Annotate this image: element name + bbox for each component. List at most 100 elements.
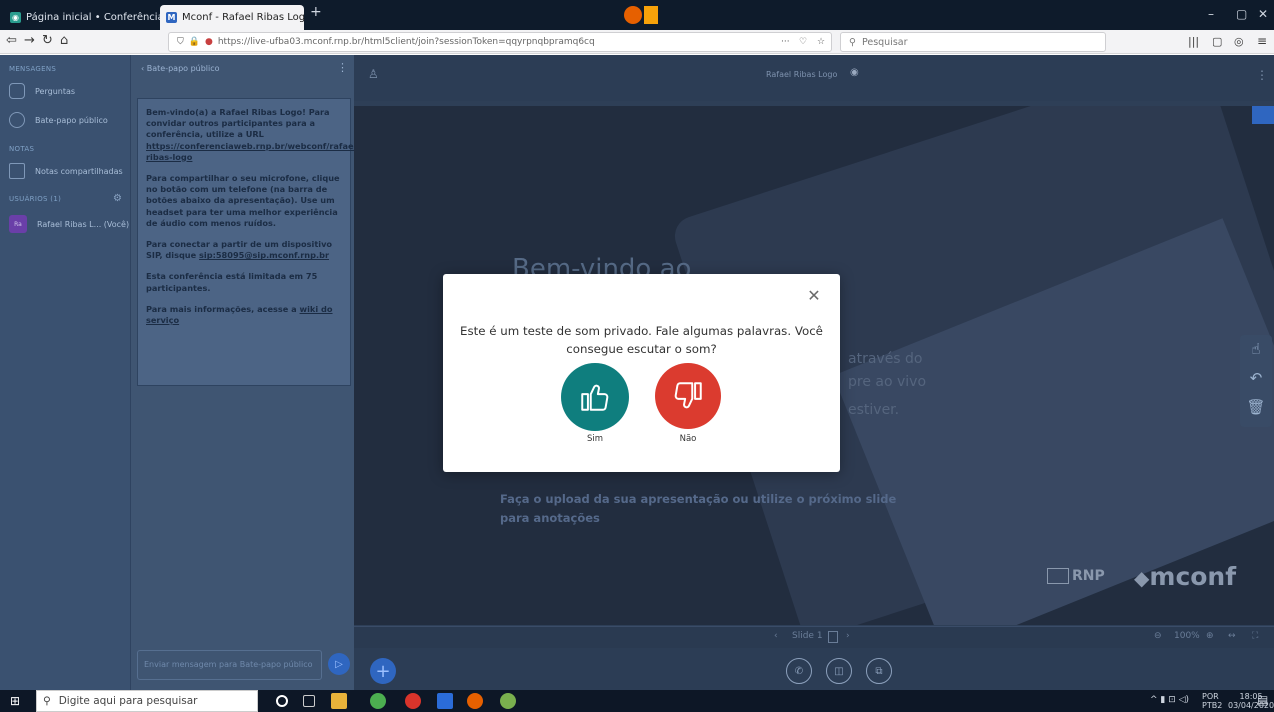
sidebar-item-bate-papo[interactable]: Bate-papo público [9,112,108,128]
sidebar-toggle-icon[interactable]: ▢ [1212,35,1222,48]
screen: ◉ Página inicial • Conferência W... ✕ M … [0,0,1274,712]
actions-plus-button[interactable]: + [370,658,396,684]
slide-selector[interactable]: Slide 1 [792,631,823,641]
maximize-button[interactable]: ▢ [1236,7,1247,21]
welcome-paragraph: Esta conferência está limitada em 75 par… [146,271,342,293]
no-label: Não [679,434,697,444]
slide-text-fragment: pre ao vivo [848,374,927,390]
undo-icon[interactable]: ↶ [1240,364,1272,393]
language-code: POR [1202,692,1219,701]
home-icon[interactable]: ⌂ [60,33,68,48]
presentation-minimize-button[interactable] [1252,106,1274,124]
welcome-text: Bem-vindo(a) a [146,107,220,117]
conference-url-link[interactable]: https://conferenciaweb.rnp.br/webconf/ra… [146,141,360,162]
system-tray-icons[interactable]: ^ ▮ ⊡ ◁) [1150,695,1189,705]
search-icon: ⚲ [43,695,51,707]
page-actions-icon[interactable]: ··· [781,37,790,47]
sip-link[interactable]: sip:58095@sip.mconf.rnp.br [199,250,329,260]
microphone-permission-icon[interactable]: ● [205,37,213,47]
browser-tab-bar: ◉ Página inicial • Conferência W... ✕ M … [0,0,1274,30]
browser-nav-bar: ⇦ → ↻ ⌂ ⛉ 🔒 ● https://live-ufba03.mconf.… [0,30,1274,54]
slide-dropdown-icon[interactable] [828,631,838,643]
task-view-icon[interactable] [303,695,315,707]
previous-slide-icon[interactable]: ‹ [774,631,778,641]
sidebar-item-perguntas[interactable]: Perguntas [9,83,75,99]
whiteboard-toolbar: ☝ ↶ 🗑 [1240,335,1272,427]
search-icon: ⚲ [849,36,856,48]
video-button[interactable]: ◫ [826,658,852,684]
options-menu-icon[interactable]: ⋮ [1256,68,1268,82]
fit-width-icon[interactable]: ↔ [1228,631,1236,641]
browser-search-field[interactable]: ⚲ Pesquisar [840,32,1106,52]
microphone-instructions: Para compartilhar o seu microfone, cliqu… [146,173,340,228]
chat-header[interactable]: ‹ Bate-papo público [141,64,220,73]
recording-indicator-icon[interactable]: ◉ [850,67,859,78]
minimize-button[interactable]: – [1208,7,1214,21]
pocket-icon[interactable]: ♡ [799,37,807,47]
tab-pagina-inicial[interactable]: ◉ Página inicial • Conferência W... ✕ [4,5,162,30]
slide-text-fragment: através do [848,351,923,367]
settings-gear-icon[interactable]: ⚙ [113,193,122,204]
zoom-out-icon[interactable]: ⊖ [1154,631,1162,641]
next-slide-icon[interactable]: › [846,631,850,641]
close-window-button[interactable]: ✕ [1258,7,1268,21]
firefox-indicator [624,6,662,24]
welcome-paragraph: Para conectar a partir de um dispositivo… [146,239,342,261]
firefox-taskbar-icon[interactable] [467,693,483,709]
user-list-panel: MENSAGENS Perguntas Bate-papo público NO… [0,55,130,690]
slide-controls: ‹ Slide 1 › ⊖ 100% ⊕ ↔ ⛶ [354,626,1274,648]
chat-bubble-icon [9,112,25,128]
windows-start-icon[interactable]: ⊞ [10,694,20,708]
action-bar: + ✆ ◫ ⧉ [354,648,1274,690]
chat-options-icon[interactable]: ⋮ [337,61,348,74]
slide-text-fragment: estiver. [848,402,900,418]
screenshare-button[interactable]: ⧉ [866,658,892,684]
taskbar-search-field[interactable]: ⚲ Digite aqui para pesquisar [36,690,258,712]
close-icon[interactable]: ✕ [807,288,821,304]
reload-icon[interactable]: ↻ [42,33,53,48]
chrome-icon[interactable] [370,693,386,709]
forward-icon[interactable]: → [24,33,35,48]
video-off-icon: ◫ [834,665,844,677]
url-bar[interactable]: ⛉ 🔒 ● https://live-ufba03.mconf.rnp.br/h… [168,32,832,52]
mconf-page: MENSAGENS Perguntas Bate-papo público NO… [0,55,1274,690]
file-explorer-icon[interactable] [331,693,347,709]
avatar: Ra [9,215,27,233]
hand-tool-icon[interactable]: ☝ [1240,335,1272,364]
menu-icon[interactable]: ≡ [1257,34,1267,48]
tab-mconf[interactable]: M Mconf - Rafael Ribas Logo ◀) ✕ [160,5,304,30]
rnp-logo-icon [1047,568,1069,584]
chat-title: Bate-papo público [146,64,220,73]
app-red-icon[interactable] [405,693,421,709]
paint-app-icon[interactable] [500,693,516,709]
bookmark-star-icon[interactable]: ☆ [817,37,825,47]
audio-button[interactable]: ✆ [786,658,812,684]
yes-label: Sim [586,434,604,444]
lock-icon: 🔒 [188,37,200,47]
tab-title: Mconf - Rafael Ribas Logo [182,12,304,23]
send-message-button[interactable]: ▷ [328,653,350,675]
trash-icon[interactable]: 🗑 [1240,393,1272,422]
chat-message-input[interactable]: Enviar mensagem para Bate-papo público [137,650,322,680]
language-indicator[interactable]: POR PTB2 [1202,692,1222,710]
user-list-item[interactable]: Ra Rafael Ribas L... (Você) [9,215,129,233]
fullscreen-icon[interactable]: ⛶ [1252,631,1258,641]
welcome-paragraph: Bem-vindo(a) a Rafael Ribas Logo! Para c… [146,107,360,163]
document-app-icon[interactable] [437,693,453,709]
mensagens-header: MENSAGENS [9,65,57,73]
back-icon[interactable]: ⇦ [6,33,17,48]
zoom-level: 100% [1174,631,1200,641]
notifications-icon[interactable]: ▤ [1257,693,1268,707]
sidebar-item-notas[interactable]: Notas compartilhadas [9,163,123,179]
zoom-in-icon[interactable]: ⊕ [1206,631,1214,641]
new-tab-button[interactable]: + [310,4,322,20]
yes-button[interactable] [561,363,629,431]
cortana-icon[interactable] [276,695,288,707]
library-icon[interactable]: ||| [1188,35,1199,48]
tab-title: Página inicial • Conferência W... [26,12,162,23]
thumbs-up-icon [581,384,609,411]
account-icon[interactable]: ◎ [1234,35,1244,48]
user-icon[interactable]: ♙ [368,67,379,81]
no-button[interactable] [655,363,721,429]
hand-icon [9,83,25,99]
